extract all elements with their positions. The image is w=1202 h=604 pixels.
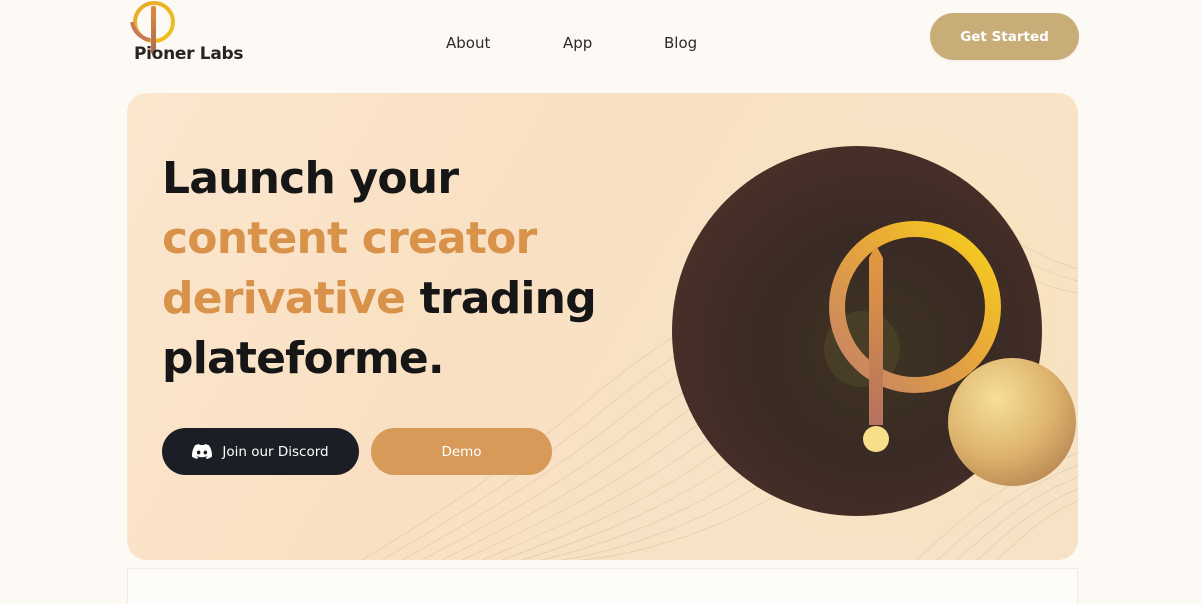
nav-link-about[interactable]: About — [446, 34, 490, 52]
headline-line-3-accent: derivative — [162, 273, 406, 324]
discord-button-label: Join our Discord — [222, 443, 329, 460]
hero-headline: Launch your content creator derivative t… — [162, 149, 642, 389]
demo-button[interactable]: Demo — [371, 428, 552, 475]
headline-line-1: Launch your — [162, 153, 459, 204]
nav-link-blog[interactable]: Blog — [664, 34, 697, 52]
content-section-start — [127, 568, 1078, 604]
site-header: Pioner Labs About App Blog Get Started — [0, 0, 1202, 90]
pioneer-symbol-sphere — [670, 116, 1078, 546]
brand-name: Pioner Labs — [134, 44, 244, 64]
headline-line-2: content creator — [162, 213, 537, 264]
hero-section: Launch your content creator derivative t… — [127, 93, 1078, 560]
join-discord-button[interactable]: Join our Discord — [162, 428, 359, 475]
headline-line-3-rest: trading — [419, 273, 597, 324]
demo-button-label: Demo — [441, 443, 482, 460]
nav-link-app[interactable]: App — [563, 34, 592, 52]
get-started-button[interactable]: Get Started — [930, 13, 1079, 60]
headline-line-4: plateforme. — [162, 333, 445, 384]
brand-logo[interactable]: Pioner Labs — [128, 0, 268, 70]
discord-icon — [192, 444, 213, 459]
